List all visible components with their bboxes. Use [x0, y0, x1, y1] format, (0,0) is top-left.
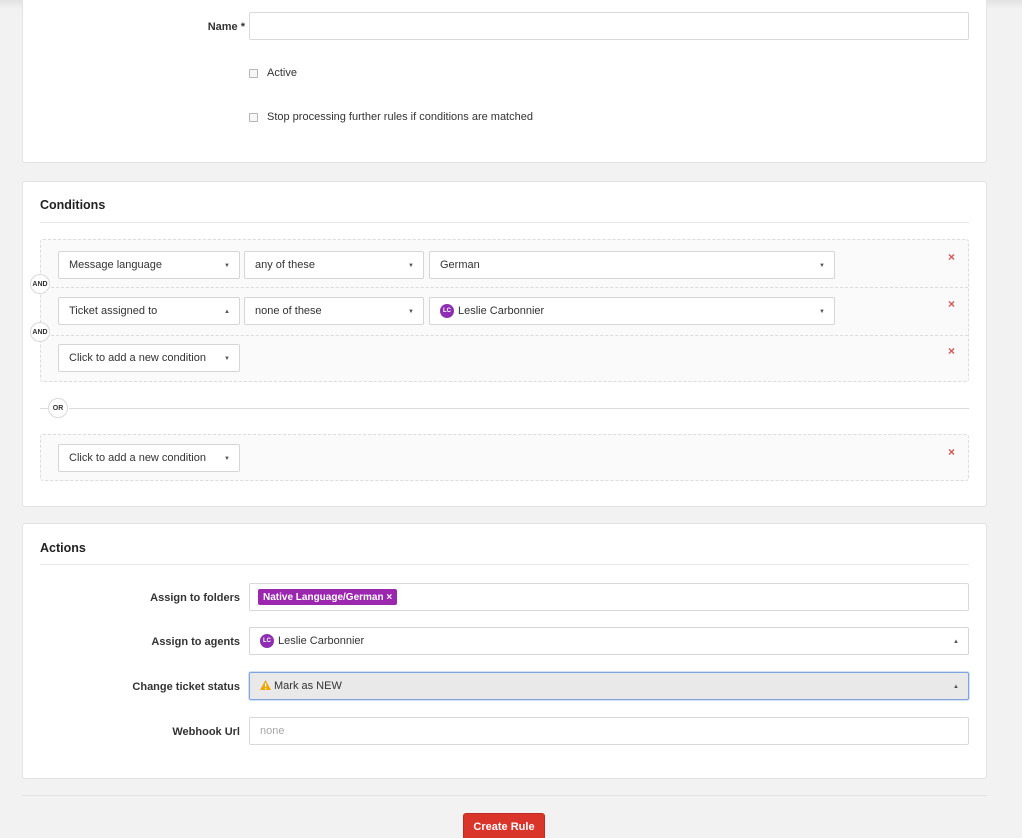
folder-tag[interactable]: Native Language/German × — [258, 589, 398, 605]
caret-up-icon: ▲ — [953, 639, 959, 645]
condition-group-1: Message language ▼ any of these ▼ German… — [40, 239, 969, 382]
add-condition-label: Click to add a new condition — [69, 452, 206, 464]
name-label: Name * — [207, 21, 245, 33]
agents-select[interactable]: LC Leslie Carbonnier ▲ — [249, 627, 969, 655]
general-card: Name * Active Stop processing further ru… — [22, 0, 987, 163]
condition-group-2: Click to add a new condition ▼ × — [40, 434, 969, 481]
caret-down-icon: ▼ — [224, 356, 230, 362]
footer-divider — [22, 795, 987, 796]
caret-down-icon: ▼ — [408, 263, 414, 269]
folders-input[interactable]: Native Language/German × — [249, 583, 969, 611]
condition-divider — [41, 287, 968, 288]
agent-name: Leslie Carbonnier — [278, 635, 365, 647]
condition-value: German — [440, 259, 480, 271]
caret-down-icon: ▼ — [224, 456, 230, 462]
warning-icon — [260, 679, 271, 693]
webhook-placeholder: none — [260, 725, 285, 737]
conditions-divider — [40, 222, 969, 223]
caret-down-icon: ▼ — [819, 263, 825, 269]
webhook-input[interactable]: none — [249, 717, 969, 745]
condition-value-select[interactable]: German ▼ — [429, 251, 835, 279]
condition-operator-value: any of these — [255, 259, 315, 271]
status-value: Mark as NEW — [274, 680, 342, 692]
remove-condition-icon[interactable]: × — [948, 250, 955, 264]
conditions-card: Conditions Message language ▼ any of the… — [22, 181, 987, 507]
status-select[interactable]: Mark as NEW ▲ — [249, 672, 969, 700]
condition-field-value: Ticket assigned to — [69, 305, 158, 317]
condition-field-value: Message language — [69, 259, 162, 271]
webhook-label: Webhook Url — [172, 726, 240, 738]
caret-down-icon: ▼ — [408, 309, 414, 315]
stop-processing-checkbox[interactable] — [249, 112, 258, 122]
condition-operator-value: none of these — [255, 305, 322, 317]
or-separator-line — [40, 408, 48, 409]
add-condition-label: Click to add a new condition — [69, 352, 206, 364]
condition-value: Leslie Carbonnier — [458, 305, 545, 317]
remove-condition-icon[interactable]: × — [948, 297, 955, 311]
and-badge: AND — [30, 274, 50, 294]
stop-processing-checkbox-row[interactable]: Stop processing further rules if conditi… — [249, 111, 533, 123]
caret-down-icon: ▼ — [819, 309, 825, 315]
status-label: Change ticket status — [132, 681, 240, 693]
condition-operator-select[interactable]: any of these ▼ — [244, 251, 424, 279]
stop-processing-label: Stop processing further rules if conditi… — [267, 111, 533, 123]
add-condition-select[interactable]: Click to add a new condition ▼ — [58, 444, 240, 472]
condition-operator-select[interactable]: none of these ▼ — [244, 297, 424, 325]
actions-card: Actions Assign to folders Native Languag… — [22, 523, 987, 779]
caret-up-icon: ▲ — [953, 684, 959, 690]
folders-label: Assign to folders — [150, 592, 240, 604]
or-badge: OR — [48, 398, 68, 418]
condition-field-select[interactable]: Message language ▼ — [58, 251, 240, 279]
conditions-title: Conditions — [40, 198, 106, 212]
add-condition-select[interactable]: Click to add a new condition ▼ — [58, 344, 240, 372]
condition-value-select[interactable]: LC Leslie Carbonnier ▼ — [429, 297, 835, 325]
or-separator-line — [69, 408, 969, 409]
actions-title: Actions — [40, 541, 86, 555]
create-rule-button[interactable]: Create Rule — [463, 813, 545, 838]
condition-field-select[interactable]: Ticket assigned to ▲ — [58, 297, 240, 325]
name-input[interactable] — [249, 12, 969, 40]
remove-condition-icon[interactable]: × — [948, 344, 955, 358]
condition-divider — [41, 335, 968, 336]
avatar: LC — [440, 304, 454, 318]
and-badge: AND — [30, 322, 50, 342]
active-checkbox-row[interactable]: Active — [249, 67, 297, 79]
actions-divider — [40, 564, 969, 565]
caret-down-icon: ▼ — [224, 263, 230, 269]
remove-condition-icon[interactable]: × — [948, 445, 955, 459]
agents-label: Assign to agents — [151, 636, 240, 648]
active-checkbox[interactable] — [249, 68, 258, 78]
caret-up-icon: ▲ — [224, 309, 230, 315]
avatar: LC — [260, 634, 274, 648]
active-label: Active — [267, 67, 297, 79]
